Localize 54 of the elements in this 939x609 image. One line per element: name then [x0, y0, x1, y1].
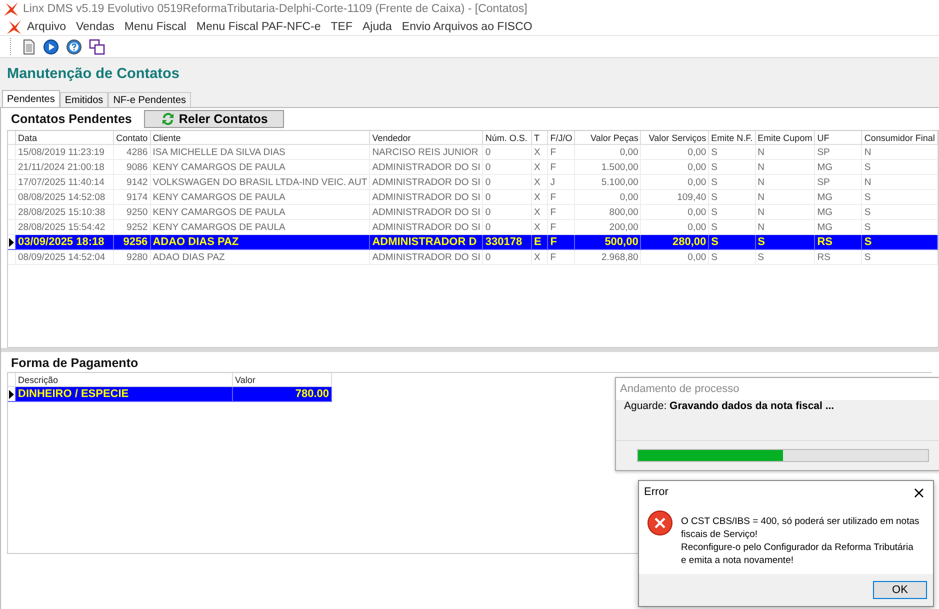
column-header[interactable]: Valor Serviços	[640, 131, 709, 144]
column-header[interactable]: Consumidor Final	[862, 131, 938, 144]
column-header[interactable]: Valor Peças	[574, 131, 641, 144]
menu-item[interactable]: Ajuda	[358, 20, 397, 32]
help-icon[interactable]	[66, 38, 82, 54]
logo-icon	[6, 18, 22, 34]
menu-item[interactable]: TEF	[326, 20, 358, 32]
table-row[interactable]: 17/07/2025 11:40:14 9142 VOLKSWAGEN DO BRASIL LTDA-IND VEIC. AUT ADMINISTRADOR DO SI 0 X J 5.100,00 0,00 S N SP N	[8, 174, 938, 190]
menu-item[interactable]: Arquivo	[22, 20, 71, 32]
dialog-title: Andamento de processo	[616, 378, 939, 400]
table-row[interactable]: 15/08/2019 11:23:19 4286 ISA MICHELLE DA SILVA DIAS NARCISO REIS JUNIOR 0 X F 0,00 0,00 S N SP N	[8, 144, 938, 160]
column-header[interactable]: T	[532, 131, 548, 144]
error-message: O CST CBS/IBS = 400, só poderá ser utilizado em notas	[681, 515, 920, 528]
dialog-title: Error	[644, 486, 668, 498]
error-message: fiscais de Serviço!	[681, 528, 759, 541]
column-header[interactable]: Emite N.F.	[708, 131, 756, 144]
table-row[interactable]: 08/08/2025 14:52:08 9174 KENY CAMARGOS DE PAULA ADMINISTRADOR DO SI 0 X F 0,00 109,40 S N MG S	[8, 190, 938, 204]
error-message: Reconfigure-o pelo Configurador da Reforma Tributária	[681, 541, 914, 554]
status-message: Aguarde: Gravando dados da nota fiscal ...	[623, 400, 836, 414]
error-message: e emita a nota novamente!	[681, 554, 794, 567]
logo-icon	[3, 1, 19, 17]
reload-button[interactable]: Reler Contatos	[144, 110, 284, 128]
document-icon[interactable]	[22, 38, 36, 54]
row-pointer-icon	[9, 238, 14, 246]
close-button[interactable]: ×	[905, 482, 933, 502]
column-header[interactable]: Data	[16, 131, 114, 144]
tab[interactable]: Emitidos	[60, 92, 108, 107]
column-header[interactable]: Vendedor	[370, 131, 483, 144]
tab[interactable]: NF-e Pendentes	[108, 92, 192, 107]
table-row[interactable]: 21/11/2024 21:00:18 9086 KENY CAMARGOS DE PAULA ADMINISTRADOR DO SI 0 X F 1.500,00 0,00 S N MG S	[8, 160, 938, 174]
row-pointer-icon	[9, 390, 14, 398]
page-title: Manutenção de Contatos	[7, 66, 180, 82]
menu-item[interactable]: Vendas	[71, 20, 120, 32]
section-title: Contatos Pendentes	[11, 112, 132, 126]
table-row[interactable]: 28/08/2025 15:10:38 9250 KENY CAMARGOS DE PAULA ADMINISTRADOR DO SI 0 X F 800,00 0,00 S N MG S	[8, 204, 938, 220]
refresh-icon	[160, 111, 176, 127]
error-icon	[647, 510, 673, 536]
table-row[interactable]: 08/09/2025 14:52:04 9280 ADAO DIAS PAZ ADMINISTRADOR DO SI 0 X F 2.968,80 0,00 S S RS S	[8, 250, 938, 264]
menu-item[interactable]: Envio Arquivos ao FISCO	[396, 20, 538, 32]
table-row[interactable]: 03/09/2025 18:18 9256 ADAO DIAS PAZ ADMINISTRADOR D 330178 E F 500,00 280,00 S S RS S	[8, 234, 938, 250]
column-header[interactable]: UF	[814, 131, 862, 144]
window-title: Linx DMS v5.19 Evolutivo 0519ReformaTributaria-Delphi-Corte-1109 (Frente de Caixa) - [Contatos]	[23, 3, 528, 15]
ok-button[interactable]: OK	[873, 581, 927, 599]
tab[interactable]: Pendentes	[2, 90, 60, 107]
section-title: Forma de Pagamento	[10, 355, 140, 372]
column-header[interactable]: Cliente	[150, 131, 370, 144]
column-header[interactable]: Emite Cupom	[755, 131, 815, 144]
menu-item[interactable]: Menu Fiscal PAF-NFC-e	[191, 20, 326, 32]
windows-icon[interactable]	[89, 38, 105, 54]
menu-item[interactable]: Menu Fiscal	[119, 20, 192, 32]
column-header[interactable]: F/J/O	[548, 131, 575, 144]
play-icon[interactable]	[43, 38, 59, 54]
column-header[interactable]: Contato	[113, 131, 150, 144]
column-header[interactable]: Núm. O.S.	[482, 131, 532, 144]
